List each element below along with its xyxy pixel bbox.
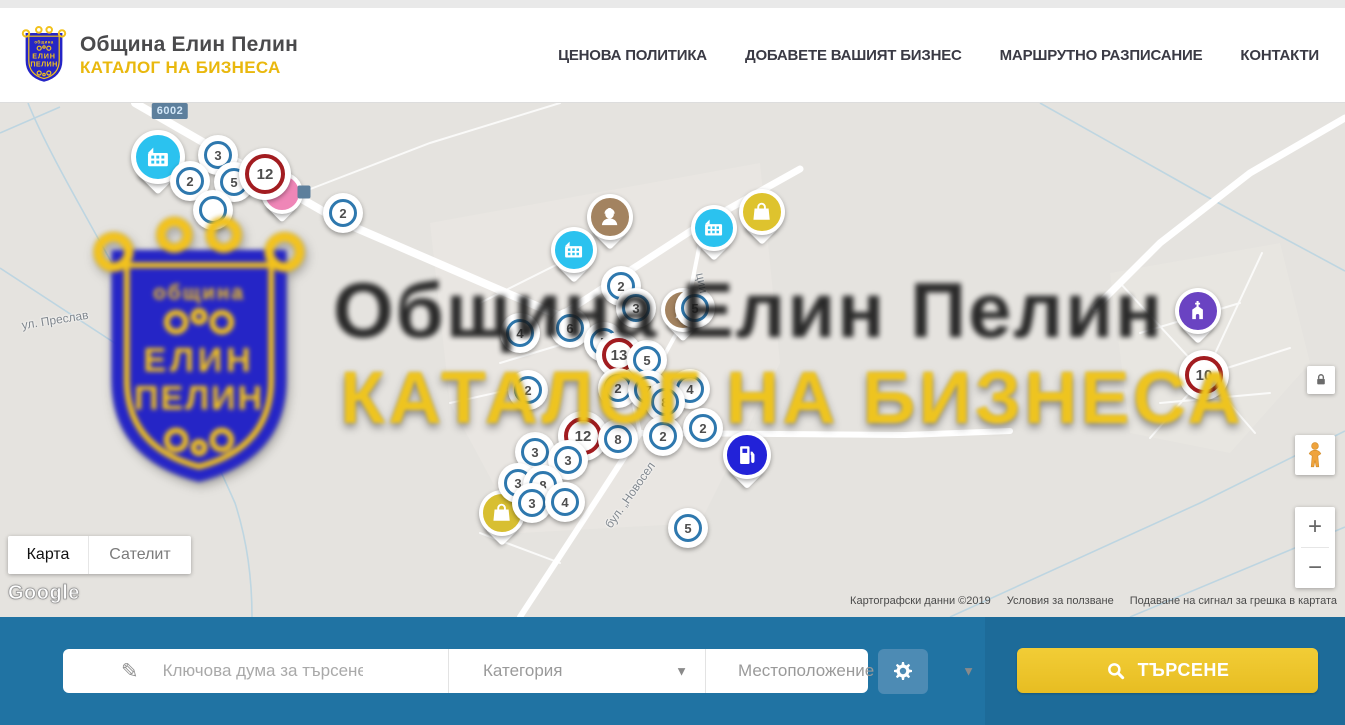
pin-marker-church[interactable] xyxy=(1175,288,1221,334)
cluster-marker[interactable]: 2 xyxy=(683,408,723,448)
location-select-label: Местоположение xyxy=(738,661,874,681)
zoom-control: + − xyxy=(1295,507,1335,588)
chevron-down-icon: ▼ xyxy=(962,664,975,679)
pin-marker-bag[interactable] xyxy=(739,189,785,235)
cluster-marker[interactable]: 12 xyxy=(239,148,291,200)
lock-button[interactable] xyxy=(1307,366,1335,394)
report-error-link[interactable]: Подаване на сигнал за грешка в картата xyxy=(1130,595,1337,607)
cluster-marker[interactable]: 2 xyxy=(643,416,683,456)
map-attribution: Картографски данни ©2019 Условия за полз… xyxy=(850,595,1337,607)
cluster-marker[interactable]: 2 xyxy=(323,193,363,233)
pegman-icon xyxy=(1303,441,1327,469)
zoom-in-button[interactable]: + xyxy=(1295,507,1335,547)
map-type-control: Карта Сателит xyxy=(8,536,191,574)
map-data-copyright: Картографски данни ©2019 xyxy=(850,595,991,607)
terms-link[interactable]: Условия за ползване xyxy=(1007,595,1114,607)
map-canvas[interactable]: 3251222356713542274821282333834510 6002у… xyxy=(0,103,1345,617)
pin-marker-fuel[interactable] xyxy=(723,431,771,479)
advanced-settings-button[interactable] xyxy=(878,649,928,694)
search-bar: ✎ Категория ▼ Местоположение ▼ ТЪРСЕНЕ xyxy=(0,617,1345,725)
search-fields-group: ✎ Категория ▼ Местоположение ▼ xyxy=(63,649,868,693)
municipality-logo[interactable]: община ЕЛИН ПЕЛИН xyxy=(20,24,68,86)
search-button[interactable]: ТЪРСЕНЕ xyxy=(1017,648,1318,693)
cluster-marker[interactable]: 3 xyxy=(616,288,656,328)
cluster-marker[interactable]: 5 xyxy=(668,508,708,548)
cluster-marker[interactable]: 4 xyxy=(500,313,540,353)
cluster-marker[interactable]: 2 xyxy=(508,370,548,410)
nav-item-1[interactable]: ДОБАВЕТЕ ВАШИЯТ БИЗНЕС xyxy=(745,47,962,64)
street-view-pegman-button[interactable] xyxy=(1295,435,1335,475)
pin-marker-factory[interactable] xyxy=(551,227,597,273)
cluster-marker[interactable]: 8 xyxy=(598,419,638,459)
keyword-field-wrap: ✎ xyxy=(63,649,448,693)
nav-item-2[interactable]: МАРШРУТНО РАЗПИСАНИЕ xyxy=(1000,47,1203,64)
nav-item-3[interactable]: КОНТАКТИ xyxy=(1240,47,1319,64)
header: община ЕЛИН ПЕЛИН Община Елин Пелин КАТА… xyxy=(0,8,1345,103)
cluster-marker[interactable]: 10 xyxy=(1179,350,1229,400)
category-select[interactable]: Категория ▼ xyxy=(448,649,705,693)
lock-icon xyxy=(1314,373,1328,387)
search-button-label: ТЪРСЕНЕ xyxy=(1138,660,1230,681)
pin-marker-factory[interactable] xyxy=(691,205,737,251)
google-logo[interactable]: Google xyxy=(8,582,80,605)
brand-block: Община Елин Пелин КАТАЛОГ НА БИЗНЕСА xyxy=(80,33,298,78)
map-type-satellite-button[interactable]: Сателит xyxy=(89,536,191,574)
cluster-marker[interactable] xyxy=(193,190,233,230)
gear-icon xyxy=(891,660,915,684)
road-number-badge xyxy=(298,186,311,199)
main-nav: ЦЕНОВА ПОЛИТИКА ДОБАВЕТЕ ВАШИЯТ БИЗНЕС МАР… xyxy=(558,47,1319,64)
nav-item-0[interactable]: ЦЕНОВА ПОЛИТИКА xyxy=(558,47,707,64)
site-title: Община Елин Пелин xyxy=(80,33,298,56)
page-top-strip xyxy=(0,0,1345,8)
category-select-label: Категория xyxy=(483,661,562,681)
cluster-marker[interactable]: 5 xyxy=(675,288,715,328)
cluster-marker[interactable]: 4 xyxy=(545,482,585,522)
keyword-search-input[interactable] xyxy=(161,660,365,682)
svg-text:ПЕЛИН: ПЕЛИН xyxy=(30,60,57,69)
location-select[interactable]: Местоположение ▼ xyxy=(705,649,992,693)
svg-text:община: община xyxy=(34,39,53,44)
site-subtitle: КАТАЛОГ НА БИЗНЕСА xyxy=(80,59,298,78)
chevron-down-icon: ▼ xyxy=(675,664,688,679)
map-type-map-button[interactable]: Карта xyxy=(8,536,89,574)
zoom-out-button[interactable]: − xyxy=(1295,548,1335,588)
road-number-badge: 6002 xyxy=(152,103,188,119)
pencil-icon: ✎ xyxy=(121,659,139,684)
magnifier-icon xyxy=(1106,661,1126,681)
